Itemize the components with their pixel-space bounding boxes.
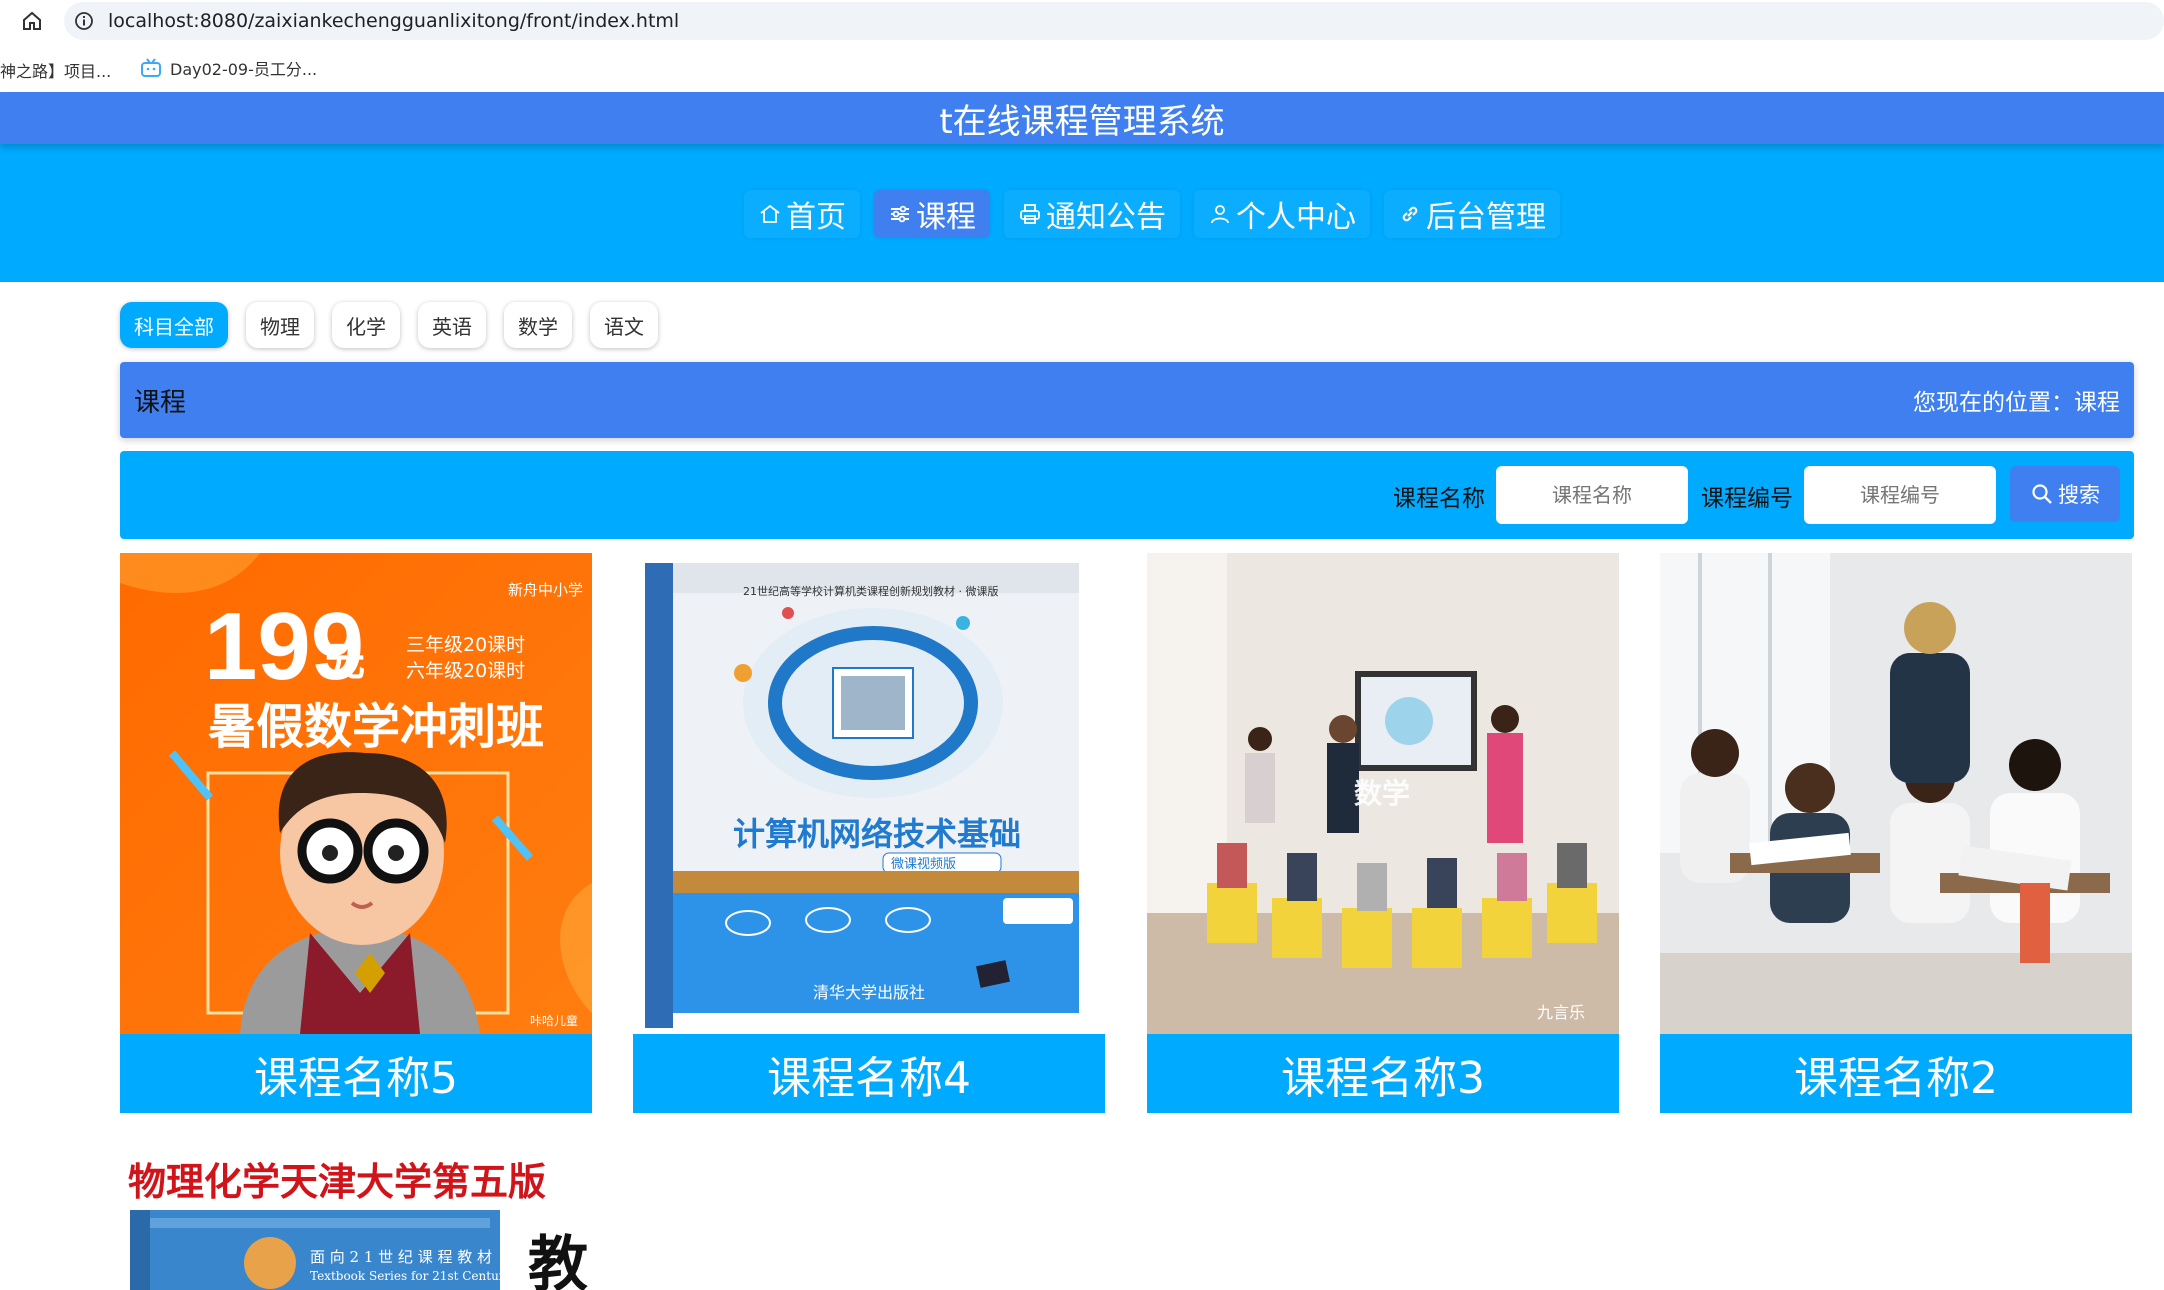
book-title: 面 向 2 1 世 纪 课 程 教 材 — [310, 1248, 492, 1266]
category-all[interactable]: 科目全部 — [120, 302, 228, 348]
site-title: t在线课程管理系统 — [939, 101, 1225, 142]
bookmark-label: Day02-09-员工分... — [170, 60, 318, 79]
book-big-char: 教 — [528, 1230, 588, 1290]
user-icon — [1211, 205, 1229, 224]
search-bar: 课程名称 课程编号 搜索 — [120, 451, 2134, 539]
nav-item-profile[interactable]: 个人中心 — [1194, 190, 1370, 238]
sliders-icon — [891, 205, 909, 223]
nav-item-admin[interactable]: 后台管理 — [1384, 190, 1560, 238]
category-physics[interactable]: 物理 — [246, 302, 314, 348]
nav-item-courses[interactable]: 课程 — [874, 190, 990, 238]
course-cover[interactable]: 物理化学天津大学第五版 面 向 2 1 世 纪 课 程 教 材 Textbook… — [120, 1150, 592, 1290]
bilibili-tv-icon — [141, 58, 161, 77]
course-name[interactable]: 课程名称5 — [120, 1034, 592, 1113]
category-chemistry[interactable]: 化学 — [332, 302, 400, 348]
category-math[interactable]: 数学 — [504, 302, 572, 348]
nav-item-notices[interactable]: 通知公告 — [1004, 190, 1180, 238]
course-code-input[interactable] — [1804, 466, 1996, 524]
course-card[interactable]: 物理化学天津大学第五版 面 向 2 1 世 纪 课 程 教 材 Textbook… — [120, 1150, 592, 1290]
site-title-bar: t在线课程管理系统 — [0, 92, 2164, 144]
search-button-label: 搜索 — [2058, 483, 2100, 507]
photo-watermark: 九言乐 — [1537, 1003, 1585, 1022]
course-card[interactable]: 199 元 三年级20课时 六年级20课时 暑假数学冲刺班 新舟中小学 咔哈儿童… — [120, 553, 592, 1113]
home-icon — [760, 204, 780, 223]
book-edition: 微课视频版 — [891, 857, 956, 872]
book-subtitle: Textbook Series for 21st Century — [310, 1269, 512, 1283]
book-title: 计算机网络技术基础 — [733, 815, 1021, 853]
nav-label: 个人中心 — [1236, 200, 1356, 235]
course-card[interactable]: 21世纪高等学校计算机类课程创新规划教材 · 微课版 计算机网络技术基础 微课视… — [633, 553, 1105, 1113]
course-name[interactable]: 课程名称4 — [633, 1034, 1105, 1113]
url-text: localhost:8080/zaixiankechengguanlixiton… — [108, 10, 680, 32]
bookmarks-bar: 神之路】项目... Day02-09-员工分... — [0, 48, 2164, 88]
course-card[interactable]: 数学 九言乐 课程名称3 — [1147, 553, 1619, 1113]
poster-line2: 六年级20课时 — [406, 660, 525, 682]
book-publisher: 清华大学出版社 — [813, 983, 925, 1002]
course-cover[interactable]: 数学 九言乐 — [1147, 553, 1619, 1034]
poster-corner: 咔哈儿童 — [530, 1013, 578, 1028]
current-location: 您现在的位置：课程 — [1913, 390, 2120, 416]
bookmark-item[interactable]: 神之路】项目... — [0, 58, 111, 82]
poster-unit: 元 — [325, 639, 365, 685]
course-cover[interactable]: 199 元 三年级20课时 六年级20课时 暑假数学冲刺班 新舟中小学 咔哈儿童 — [120, 553, 592, 1034]
page-title: 课程 — [134, 387, 187, 418]
course-cover[interactable]: 21世纪高等学校计算机类课程创新规划教材 · 微课版 计算机网络技术基础 微课视… — [633, 553, 1105, 1034]
course-card[interactable]: 课程名称2 — [1660, 553, 2132, 1113]
course-cover[interactable] — [1660, 553, 2132, 1034]
book-series: 21世纪高等学校计算机类课程创新规划教材 · 微课版 — [743, 584, 999, 598]
category-english[interactable]: 英语 — [418, 302, 486, 348]
url-field[interactable]: localhost:8080/zaixiankechengguanlixiton… — [64, 2, 2164, 40]
nav-label: 通知公告 — [1046, 200, 1166, 235]
course-code-label: 课程编号 — [1701, 486, 1793, 512]
nav-label: 后台管理 — [1426, 200, 1546, 235]
course-name[interactable]: 课程名称2 — [1660, 1034, 2132, 1113]
printer-icon — [1020, 204, 1040, 224]
breadcrumb: 课程 您现在的位置：课程 — [120, 362, 2134, 438]
category-chinese[interactable]: 语文 — [590, 302, 658, 348]
poster-line1: 三年级20课时 — [406, 634, 525, 656]
info-icon[interactable] — [74, 11, 94, 31]
course-name-label: 课程名称 — [1393, 486, 1485, 512]
nav-label: 课程 — [916, 200, 976, 235]
home-icon[interactable] — [20, 9, 44, 33]
poster-brand: 新舟中小学 — [508, 581, 583, 599]
nav-band: 首页 课程 通知公告 个人中心 后台管理 — [0, 144, 2164, 282]
page-root: localhost:8080/zaixiankechengguanlixiton… — [0, 0, 2164, 1290]
nav-item-home[interactable]: 首页 — [744, 190, 860, 238]
main-nav: 首页 课程 通知公告 个人中心 后台管理 — [744, 190, 1560, 238]
link-icon — [1402, 206, 1418, 222]
search-button[interactable]: 搜索 — [2010, 466, 2120, 522]
category-filter: 科目全部 物理 化学 英语 数学 语文 — [120, 302, 658, 348]
search-icon — [2032, 484, 2052, 504]
book-headline: 物理化学天津大学第五版 — [128, 1160, 546, 1204]
browser-address-bar: localhost:8080/zaixiankechengguanlixiton… — [0, 0, 2164, 42]
course-name-input[interactable] — [1496, 466, 1688, 524]
bookmark-item[interactable]: Day02-09-员工分... — [140, 56, 317, 80]
nav-label: 首页 — [786, 200, 846, 235]
photo-overlay-text: 数学 — [1354, 777, 1410, 810]
course-name[interactable]: 课程名称3 — [1147, 1034, 1619, 1113]
poster-headline: 暑假数学冲刺班 — [208, 699, 544, 755]
